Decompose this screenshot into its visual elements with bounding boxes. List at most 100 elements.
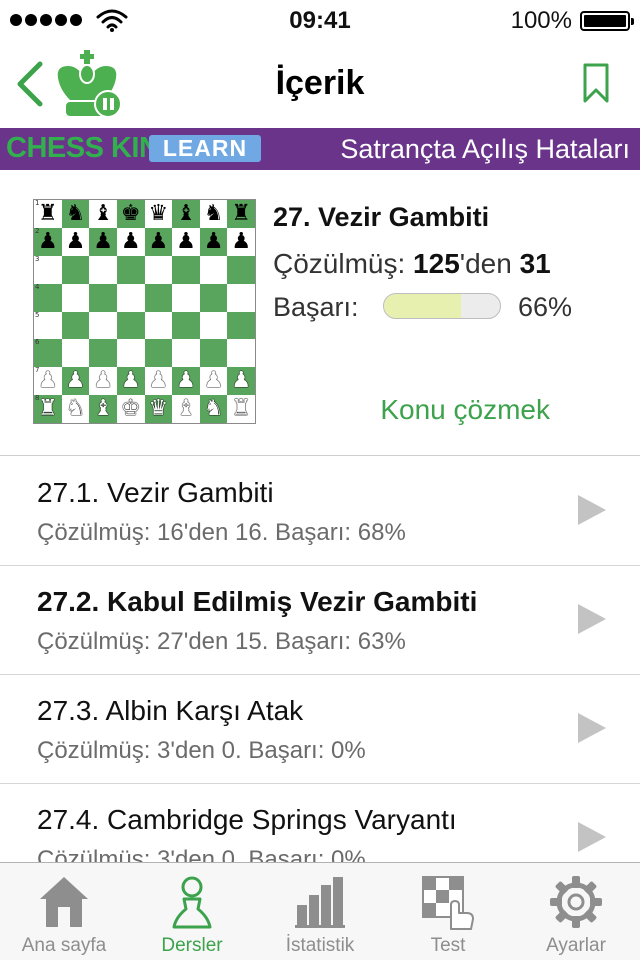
board-square: ♟ xyxy=(89,227,117,256)
board-square xyxy=(89,339,117,368)
rank-label: 3 xyxy=(35,254,40,263)
board-square xyxy=(144,311,173,340)
chess-board-preview: 1 ♜ ♞ ♝ ♚ ♛ ♝ ♞ ♜ 2 ♟ ♟ ♟ ♟ ♟ ♟ ♟ ♟ 3 4 5 6 7 ♟ ♟ ♟ ♟ ♟ ♟ ♟ ♟ 8 ♜ ♞ ♝ ♚ ♛ ♝ ♞ ♜ xyxy=(33,199,256,424)
board-square: ♜ xyxy=(227,200,255,228)
board-square xyxy=(227,339,255,368)
board-square: 1 ♜ xyxy=(34,200,62,228)
lesson-stats: Çözülmüş: 3'den 0. Başarı: 0% xyxy=(37,737,366,764)
white-rook-icon: ♜ xyxy=(231,396,252,422)
board-square: ♟ xyxy=(116,367,145,396)
board-square xyxy=(172,339,200,368)
board-square: ♟ xyxy=(199,227,228,256)
black-pawn-icon: ♟ xyxy=(231,228,252,254)
play-arrow-icon[interactable] xyxy=(578,604,606,634)
board-square: 8 ♜ xyxy=(34,395,62,423)
topic-summary: 1 ♜ ♞ ♝ ♚ ♛ ♝ ♞ ♜ 2 ♟ ♟ ♟ ♟ ♟ ♟ ♟ ♟ 3 4 5 6 7 ♟ ♟ ♟ ♟ ♟ ♟ ♟ ♟ 8 ♜ ♞ ♝ ♚ ♛ ♝ ♞ ♜… xyxy=(0,170,640,456)
board-square: ♟ xyxy=(61,227,90,256)
board-square xyxy=(227,255,255,284)
rank-label: 6 xyxy=(35,338,40,347)
tab-settings[interactable]: Ayarlar xyxy=(512,863,640,960)
success-label: Başarı: xyxy=(273,292,359,322)
lesson-row[interactable]: 27.2. Kabul Edilmiş Vezir Gambiti Çözülmü… xyxy=(0,566,640,675)
tab-label: İstatistik xyxy=(285,935,355,956)
board-square: ♞ xyxy=(61,395,90,423)
board-square: ♝ xyxy=(172,395,200,423)
white-queen-icon: ♛ xyxy=(148,396,169,422)
board-square xyxy=(199,311,228,340)
board-square xyxy=(116,255,145,284)
board-square: ♛ xyxy=(144,200,173,228)
white-pawn-icon: ♟ xyxy=(231,368,252,394)
board-square xyxy=(199,339,228,368)
gear-icon xyxy=(550,876,602,928)
tab-statistics[interactable]: İstatistik xyxy=(256,863,384,960)
rank-label: 4 xyxy=(35,282,40,291)
board-square: 2 ♟ xyxy=(34,226,62,256)
white-pawn-icon: ♟ xyxy=(37,368,58,394)
board-square xyxy=(144,339,173,368)
tab-home[interactable]: Ana sayfa xyxy=(0,863,128,960)
lesson-title: 27.1. Vezir Gambiti xyxy=(37,477,274,508)
black-pawn-icon: ♟ xyxy=(93,228,113,254)
board-square xyxy=(116,311,145,340)
board-square xyxy=(61,255,90,284)
board-square xyxy=(61,283,90,312)
lesson-title: 27.2. Kabul Edilmiş Vezir Gambiti xyxy=(37,586,478,617)
rank-label: 5 xyxy=(35,310,40,319)
board-square: ♞ xyxy=(199,200,228,228)
success-percent: 66% xyxy=(518,292,573,322)
white-pawn-icon: ♟ xyxy=(93,368,113,394)
lesson-list: 27.1. Vezir Gambiti Çözülmüş: 16'den 16. … xyxy=(0,457,640,893)
board-square: ♟ xyxy=(89,367,117,396)
rank-label: 7 xyxy=(35,366,40,375)
black-pawn-icon: ♟ xyxy=(37,228,58,254)
play-arrow-icon[interactable] xyxy=(578,713,606,743)
board-touch-icon xyxy=(422,876,474,930)
lesson-row[interactable]: 27.1. Vezir Gambiti Çözülmüş: 16'den 16. … xyxy=(0,457,640,566)
black-pawn-icon: ♟ xyxy=(148,228,169,254)
board-square xyxy=(89,255,117,284)
board-square: ♛ xyxy=(144,395,173,423)
page-title: İçerik xyxy=(275,64,365,102)
play-arrow-icon[interactable] xyxy=(578,495,606,525)
white-pawn-icon: ♟ xyxy=(65,368,86,394)
board-square: ♟ xyxy=(144,367,173,396)
board-square: 3 xyxy=(34,254,62,284)
board-square: ♟ xyxy=(172,367,200,396)
board-square xyxy=(116,283,145,312)
board-square: ♟ xyxy=(227,227,255,256)
black-pawn-icon: ♟ xyxy=(120,228,141,254)
play-arrow-icon[interactable] xyxy=(578,822,606,852)
rank-label: 1 xyxy=(35,199,40,207)
lesson-row[interactable]: 27.3. Albin Karşı Atak Çözülmüş: 3'den 0.… xyxy=(0,675,640,784)
white-rook-icon: ♜ xyxy=(37,396,58,422)
board-square xyxy=(199,283,228,312)
board-square: ♝ xyxy=(89,200,117,228)
lesson-stats: Çözülmüş: 16'den 16. Başarı: 68% xyxy=(37,519,406,546)
white-pawn-icon: ♟ xyxy=(148,368,169,394)
tab-test[interactable]: Test xyxy=(384,863,512,960)
board-square: ♟ xyxy=(199,367,228,396)
bar-chart-icon xyxy=(295,877,345,928)
tab-label: Dersler xyxy=(161,935,223,956)
tab-label: Test xyxy=(430,935,466,956)
tab-lessons[interactable]: Dersler xyxy=(128,863,256,960)
black-rook-icon: ♜ xyxy=(37,200,58,226)
board-square: ♟ xyxy=(144,227,173,256)
lesson-stats: Çözülmüş: 27'den 15. Başarı: 63% xyxy=(37,628,406,655)
tab-bar: Ana sayfa Dersler İstatistik Test Ayarla… xyxy=(0,862,640,960)
white-bishop-icon: ♝ xyxy=(93,396,113,422)
black-pawn-icon: ♟ xyxy=(176,228,196,254)
board-square: ♟ xyxy=(61,367,90,396)
pawn-icon xyxy=(172,876,212,929)
board-square xyxy=(89,311,117,340)
board-square xyxy=(144,283,173,312)
board-square: ♟ xyxy=(227,367,255,396)
success-progress-bar xyxy=(383,293,501,319)
white-knight-icon: ♞ xyxy=(203,396,224,422)
rank-label: 2 xyxy=(35,226,40,235)
bookmark-icon[interactable] xyxy=(582,62,610,104)
solve-topic-button[interactable]: Konu çözmek xyxy=(380,394,550,426)
white-knight-icon: ♞ xyxy=(65,396,86,422)
board-square xyxy=(144,255,173,284)
